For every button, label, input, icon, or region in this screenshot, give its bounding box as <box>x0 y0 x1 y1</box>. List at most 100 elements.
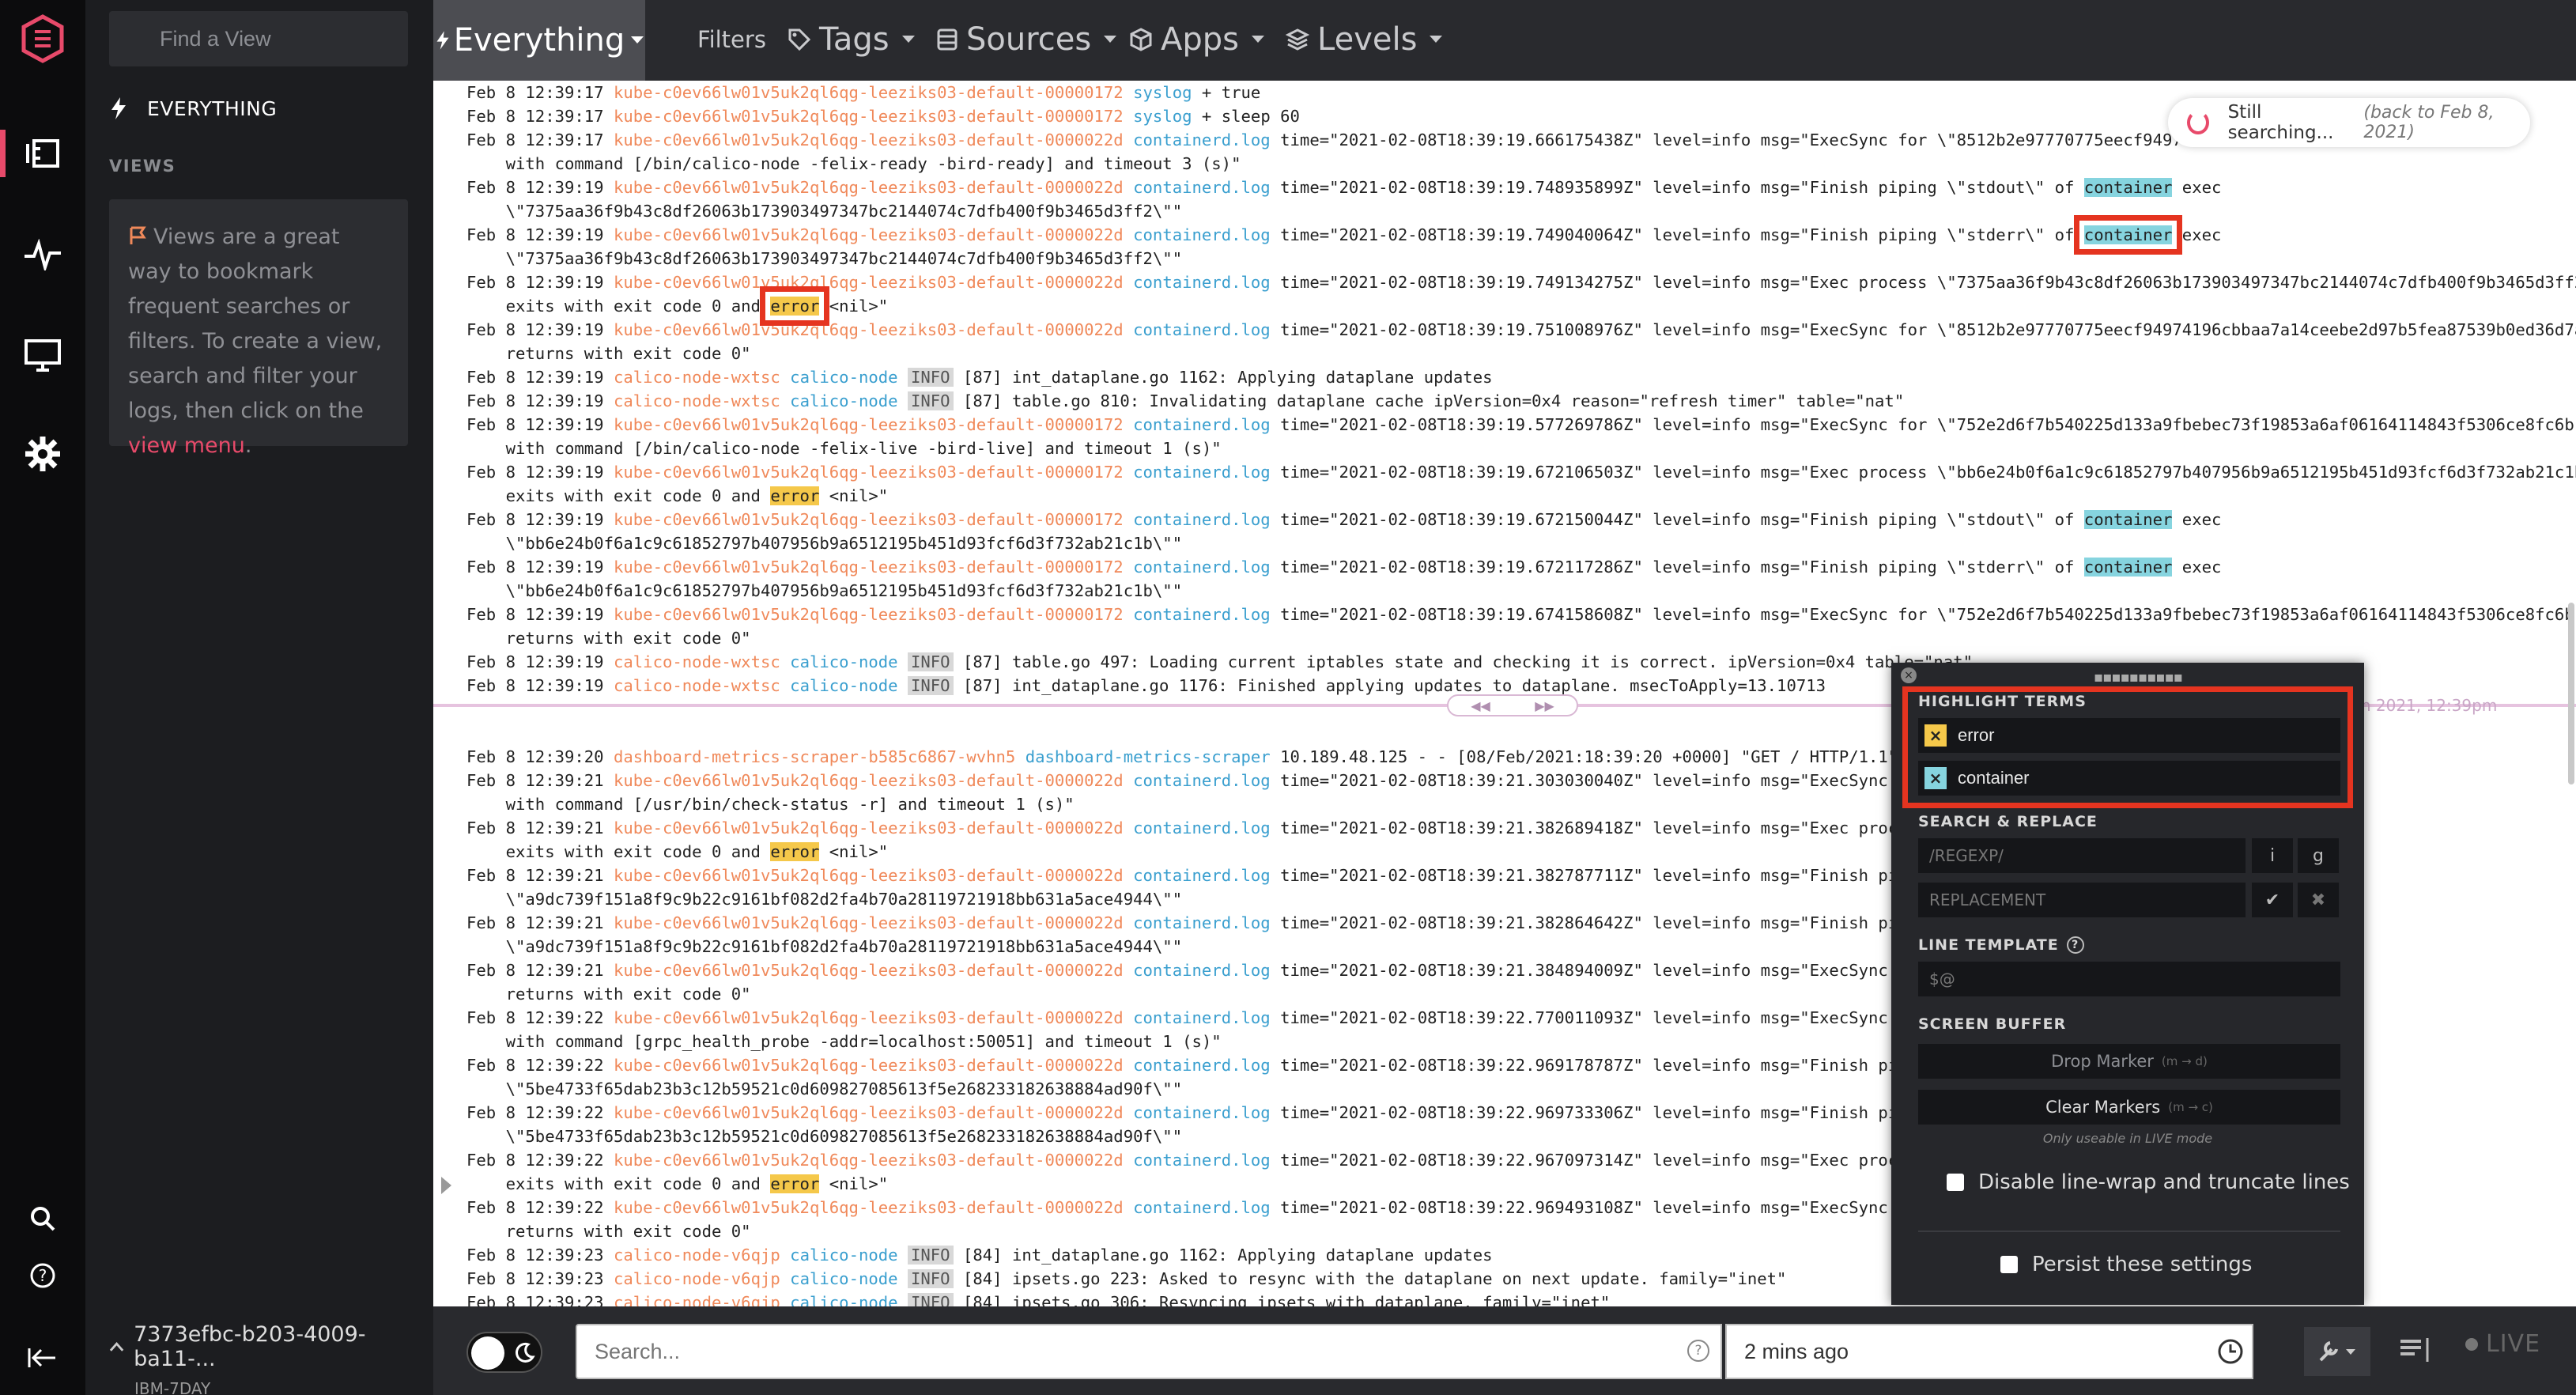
tags-dropdown[interactable]: Tags <box>788 0 915 79</box>
line-template-input[interactable]: $@ <box>1918 962 2340 996</box>
log-host[interactable]: kube-c0ev66lw01v5uk2ql6qg-leeziks03-defa… <box>614 225 1124 244</box>
log-host[interactable]: kube-c0ev66lw01v5uk2ql6qg-leeziks03-defa… <box>614 1103 1124 1122</box>
log-app[interactable]: calico-node <box>790 676 897 695</box>
log-app[interactable]: containerd.log <box>1133 225 1271 244</box>
log-line[interactable]: \"7375aa36f9b43c8df26063b173903497347bc2… <box>466 199 2576 223</box>
log-host[interactable]: dashboard-metrics-scraper-b585c6867-wvhn… <box>614 747 1015 766</box>
log-line[interactable]: Feb 8 12:39:19 kube-c0ev66lw01v5uk2ql6qg… <box>466 603 2576 626</box>
logo-icon[interactable] <box>0 11 85 66</box>
log-host[interactable]: kube-c0ev66lw01v5uk2ql6qg-leeziks03-defa… <box>614 771 1124 790</box>
apply-check-icon[interactable]: ✔ <box>2252 883 2293 917</box>
log-host[interactable]: calico-node-wxtsc <box>614 652 780 671</box>
line-format-icon[interactable] <box>2397 1335 2434 1368</box>
time-jump-input[interactable]: 2 mins ago <box>1725 1324 2253 1379</box>
log-line[interactable]: with command [/bin/calico-node -felix-re… <box>466 152 2576 176</box>
activity-icon[interactable] <box>0 231 85 278</box>
forward-icon[interactable]: ▶▶ <box>1535 698 1554 713</box>
log-app[interactable]: calico-node <box>790 652 897 671</box>
log-line[interactable]: Feb 8 12:39:19 kube-c0ev66lw01v5uk2ql6qg… <box>466 176 2576 199</box>
log-host[interactable]: calico-node-v6qjp <box>614 1246 780 1265</box>
log-app[interactable]: calico-node <box>790 1269 897 1288</box>
sources-dropdown[interactable]: Sources <box>936 0 1117 79</box>
log-app[interactable]: calico-node <box>790 391 897 410</box>
log-app[interactable]: containerd.log <box>1133 130 1271 149</box>
log-line[interactable]: \"7375aa36f9b43c8df26063b173903497347bc2… <box>466 247 2576 270</box>
log-host[interactable]: kube-c0ev66lw01v5uk2ql6qg-leeziks03-defa… <box>614 273 1124 292</box>
log-host[interactable]: calico-node-v6qjp <box>614 1293 780 1306</box>
tools-menu-button[interactable] <box>2304 1327 2370 1376</box>
log-app[interactable]: syslog <box>1133 107 1192 126</box>
log-line[interactable]: \"bb6e24b0f6a1c9c61852797b407956b9a65121… <box>466 579 2576 603</box>
log-app[interactable]: containerd.log <box>1133 605 1271 624</box>
log-host[interactable]: kube-c0ev66lw01v5uk2ql6qg-leeziks03-defa… <box>614 107 1124 126</box>
log-host[interactable]: kube-c0ev66lw01v5uk2ql6qg-leeziks03-defa… <box>614 1198 1124 1217</box>
log-app[interactable]: containerd.log <box>1133 1056 1271 1075</box>
scrollbar-thumb[interactable] <box>2568 603 2574 784</box>
log-app[interactable]: containerd.log <box>1133 1008 1271 1027</box>
log-line[interactable]: returns with exit code 0" <box>466 342 2576 365</box>
apps-dropdown[interactable]: Apps <box>1129 0 1264 79</box>
log-app[interactable]: syslog <box>1133 83 1192 102</box>
log-line[interactable]: returns with exit code 0" <box>466 626 2576 650</box>
log-host[interactable]: kube-c0ev66lw01v5uk2ql6qg-leeziks03-defa… <box>614 961 1124 980</box>
replacement-input[interactable]: REPLACEMENT <box>1918 883 2246 917</box>
log-host[interactable]: kube-c0ev66lw01v5uk2ql6qg-leeziks03-defa… <box>614 1008 1124 1027</box>
log-host[interactable]: kube-c0ev66lw01v5uk2ql6qg-leeziks03-defa… <box>614 1151 1124 1170</box>
log-app[interactable]: containerd.log <box>1133 866 1271 885</box>
clear-markers-button[interactable]: Clear Markers (m → c) <box>1918 1090 2340 1125</box>
everything-view-dropdown[interactable]: Everything <box>433 0 645 81</box>
log-app[interactable]: containerd.log <box>1133 913 1271 932</box>
log-app[interactable]: containerd.log <box>1133 463 1271 482</box>
disable-wrap-checkbox[interactable]: Disable line-wrap and truncate lines <box>1947 1170 2350 1194</box>
account-switcher[interactable]: 7373efbc-b203-4009-ba11-... IBM-7DAY <box>109 1322 433 1395</box>
help-icon[interactable]: ? <box>2066 936 2084 954</box>
clear-x-icon[interactable]: ✖ <box>2298 883 2339 917</box>
help-icon[interactable]: ? <box>0 1256 85 1295</box>
log-host[interactable]: calico-node-wxtsc <box>614 391 780 410</box>
checkbox-box[interactable] <box>1947 1174 1964 1191</box>
log-line[interactable]: Feb 8 12:39:19 kube-c0ev66lw01v5uk2ql6qg… <box>466 508 2576 531</box>
log-line[interactable]: Feb 8 12:39:19 kube-c0ev66lw01v5uk2ql6qg… <box>466 318 2576 342</box>
separator-nav[interactable]: ◀◀ ▶▶ <box>1447 694 1578 716</box>
search-input[interactable] <box>576 1324 1722 1379</box>
log-host[interactable]: calico-node-wxtsc <box>614 368 780 387</box>
log-host[interactable]: kube-c0ev66lw01v5uk2ql6qg-leeziks03-defa… <box>614 818 1124 837</box>
regex-flag-g[interactable]: g <box>2298 838 2339 873</box>
log-host[interactable]: kube-c0ev66lw01v5uk2ql6qg-leeziks03-defa… <box>614 605 1124 624</box>
log-line[interactable]: Feb 8 12:39:19 kube-c0ev66lw01v5uk2ql6qg… <box>466 460 2576 484</box>
log-line[interactable]: \"bb6e24b0f6a1c9c61852797b407956b9a65121… <box>466 531 2576 555</box>
log-host[interactable]: kube-c0ev66lw01v5uk2ql6qg-leeziks03-defa… <box>614 463 1124 482</box>
log-app[interactable]: containerd.log <box>1133 771 1271 790</box>
log-host[interactable]: kube-c0ev66lw01v5uk2ql6qg-leeziks03-defa… <box>614 83 1124 102</box>
log-host[interactable]: kube-c0ev66lw01v5uk2ql6qg-leeziks03-defa… <box>614 510 1124 529</box>
log-app[interactable]: calico-node <box>790 1293 897 1306</box>
log-line[interactable]: Feb 8 12:39:19 kube-c0ev66lw01v5uk2ql6qg… <box>466 215 2576 255</box>
monitor-icon[interactable] <box>0 332 85 380</box>
close-icon[interactable]: × <box>1901 667 1917 683</box>
collapse-sidebar-icon[interactable] <box>0 1338 85 1378</box>
log-app[interactable]: containerd.log <box>1133 320 1271 339</box>
log-app[interactable]: containerd.log <box>1133 510 1271 529</box>
log-host[interactable]: kube-c0ev66lw01v5uk2ql6qg-leeziks03-defa… <box>614 320 1124 339</box>
log-app[interactable]: calico-node <box>790 368 897 387</box>
log-app[interactable]: containerd.log <box>1133 1103 1271 1122</box>
log-app[interactable]: dashboard-metrics-scraper <box>1025 747 1271 766</box>
log-app[interactable]: containerd.log <box>1133 273 1271 292</box>
log-app[interactable]: containerd.log <box>1133 558 1271 577</box>
views-panel-icon[interactable] <box>0 130 85 177</box>
regex-flag-i[interactable]: i <box>2252 838 2293 873</box>
expand-arrow-icon[interactable] <box>441 1177 451 1194</box>
sidebar-item-everything[interactable]: EVERYTHING <box>109 96 277 120</box>
checkbox-box[interactable] <box>2000 1256 2018 1273</box>
log-line[interactable]: Feb 8 12:39:19 kube-c0ev66lw01v5uk2ql6qg… <box>466 555 2576 579</box>
view-menu-link[interactable]: view menu <box>128 433 245 458</box>
log-host[interactable]: calico-node-wxtsc <box>614 676 780 695</box>
clock-icon[interactable] <box>2217 1338 2244 1365</box>
log-app[interactable]: containerd.log <box>1133 1198 1271 1217</box>
log-host[interactable]: kube-c0ev66lw01v5uk2ql6qg-leeziks03-defa… <box>614 178 1124 197</box>
drag-handle-icon[interactable]: ▪▪▪▪▪▪▪▪▪▪ <box>2094 669 2183 686</box>
live-toggle[interactable]: LIVE <box>2465 1330 2540 1358</box>
log-host[interactable]: kube-c0ev66lw01v5uk2ql6qg-leeziks03-defa… <box>614 558 1124 577</box>
levels-dropdown[interactable]: Levels <box>1286 0 1443 79</box>
search-icon[interactable] <box>0 1199 85 1238</box>
